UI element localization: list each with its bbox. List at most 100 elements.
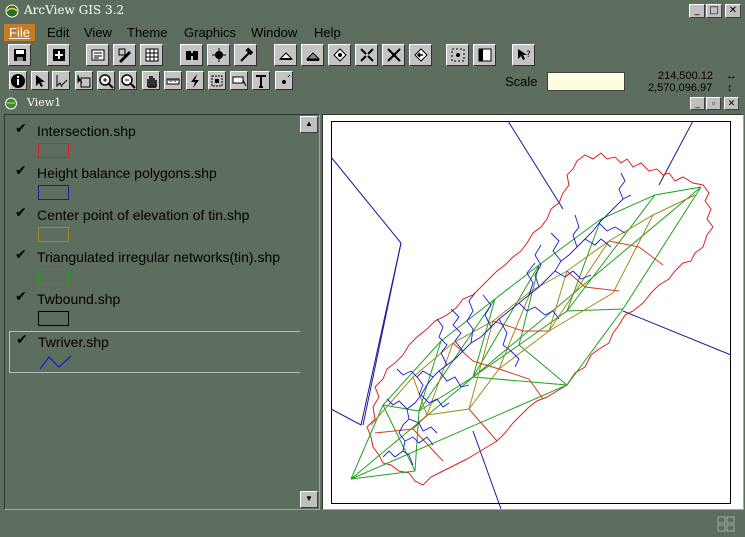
visibility-checkbox[interactable]: ✔ <box>15 247 27 263</box>
theme-properties-button[interactable] <box>86 44 109 66</box>
zoom-out-fixed-icon <box>386 48 401 62</box>
zoom-in-fixed-button[interactable] <box>355 44 378 66</box>
identify-button[interactable] <box>9 71 27 90</box>
identify-icon <box>11 73 25 88</box>
zoom-in-icon <box>99 73 114 89</box>
find-button[interactable] <box>180 44 203 66</box>
legend-entry-intersection[interactable]: ✔ Intersection.shp <box>9 121 301 163</box>
text-button[interactable] <box>252 71 270 90</box>
view-title-bar: View1 _ ▫ ✕ <box>0 95 745 112</box>
toc-scrollbar[interactable]: ▲ ▼ <box>300 116 318 508</box>
add-theme-icon <box>52 49 65 61</box>
view-close-button[interactable]: ✕ <box>724 97 739 110</box>
map-display[interactable] <box>322 114 744 510</box>
clear-selection-button[interactable] <box>473 44 496 66</box>
menu-view[interactable]: View <box>79 24 117 41</box>
lightning-icon <box>191 73 199 88</box>
polygon-symbol <box>38 227 69 242</box>
clear-selection-icon <box>478 48 491 62</box>
close-button[interactable]: ✕ <box>725 4 741 18</box>
view-restore-button[interactable]: ▫ <box>706 97 721 110</box>
menu-help[interactable]: Help <box>309 24 346 41</box>
svg-text:?: ? <box>526 50 531 60</box>
menu-file[interactable]: File <box>4 24 35 41</box>
menu-window[interactable]: Window <box>246 24 302 41</box>
menu-graphics[interactable]: Graphics <box>179 24 241 41</box>
area-of-interest-icon <box>211 75 223 86</box>
vertex-edit-button[interactable] <box>52 71 70 90</box>
pointer-button[interactable] <box>31 71 49 90</box>
polygon-symbol <box>38 311 69 326</box>
arcview-logo-icon <box>5 4 19 18</box>
scroll-down-button[interactable]: ▼ <box>300 491 318 508</box>
zoom-full-extent-button[interactable] <box>274 44 297 66</box>
select-by-theme-button[interactable] <box>446 44 469 66</box>
locate-address-button[interactable] <box>207 44 230 66</box>
theme-name: Twriver.shp <box>38 334 109 350</box>
zoom-out-fixed-button[interactable] <box>382 44 405 66</box>
zoom-previous-button[interactable] <box>409 44 432 66</box>
tin-triangles <box>350 186 702 480</box>
polygon-symbol <box>38 185 69 200</box>
visibility-checkbox[interactable]: ✔ <box>16 332 28 348</box>
pan-button[interactable] <box>142 71 160 90</box>
legend-entry-twriver[interactable]: ✔ Twriver.shp <box>9 331 301 373</box>
query-builder-button[interactable] <box>234 44 257 66</box>
measure-button[interactable] <box>164 71 182 90</box>
theme-properties-icon <box>91 49 104 61</box>
select-feature-icon <box>77 74 91 87</box>
help-button[interactable]: ? <box>512 44 535 66</box>
menu-theme[interactable]: Theme <box>122 24 172 41</box>
table-of-contents: ✔ Intersection.shp ✔ Height balance poly… <box>4 114 320 510</box>
app-title: ArcView GIS 3.2 <box>24 3 125 17</box>
zoom-active-themes-icon <box>305 52 320 61</box>
coord-y: 2,570,096.97 <box>648 82 713 94</box>
label-button[interactable] <box>230 71 248 90</box>
visibility-checkbox[interactable]: ✔ <box>15 205 27 221</box>
zoom-in-button[interactable] <box>97 71 115 90</box>
add-theme-button[interactable] <box>47 44 70 66</box>
resize-grip-icon[interactable] <box>717 516 735 532</box>
area-of-interest-button[interactable] <box>208 71 226 90</box>
coord-x: 214,500.12 <box>658 70 714 82</box>
visibility-checkbox[interactable]: ✔ <box>15 121 27 137</box>
menu-edit[interactable]: Edit <box>42 24 74 41</box>
zoom-out-button[interactable] <box>119 71 137 90</box>
visibility-checkbox[interactable]: ✔ <box>15 163 27 179</box>
polygon-symbol <box>38 143 69 158</box>
zoom-full-extent-icon <box>278 52 293 60</box>
zoom-selected-button[interactable] <box>328 44 351 66</box>
legend-entry-twbound[interactable]: ✔ Twbound.shp <box>9 289 301 331</box>
zoom-out-icon <box>121 73 136 89</box>
vertex-edit-icon <box>56 74 68 87</box>
visibility-checkbox[interactable]: ✔ <box>15 289 27 305</box>
status-bar <box>0 512 745 537</box>
zoom-previous-icon <box>413 48 428 62</box>
scale-input[interactable] <box>547 72 625 91</box>
theme-name: Center point of elevation of tin.shp <box>37 207 250 223</box>
vertical-arrow-icon: ↕ <box>727 82 733 94</box>
minimize-button[interactable]: _ <box>689 4 705 18</box>
zoom-in-fixed-icon <box>359 48 374 62</box>
legend-entry-tin[interactable]: ✔ Triangulated irregular networks(tin).s… <box>9 247 301 289</box>
select-feature-button[interactable] <box>75 71 93 90</box>
text-icon <box>256 74 266 88</box>
map-canvas[interactable] <box>323 115 743 509</box>
scroll-up-button[interactable]: ▲ <box>300 116 318 133</box>
pointer-icon <box>36 74 45 87</box>
edit-legend-button[interactable] <box>113 44 136 66</box>
scale-label: Scale <box>505 74 538 89</box>
legend-entry-center-point[interactable]: ✔ Center point of elevation of tin.shp <box>9 205 301 247</box>
horizontal-arrow-icon: ↔ <box>726 70 737 82</box>
hotlink-button[interactable] <box>186 71 204 90</box>
draw-point-button[interactable] <box>275 71 293 90</box>
open-table-button[interactable] <box>140 44 163 66</box>
theme-name: Height balance polygons.shp <box>37 165 217 181</box>
legend-entry-height-balance[interactable]: ✔ Height balance polygons.shp <box>9 163 301 205</box>
view-minimize-button[interactable]: _ <box>690 97 705 110</box>
maximize-button[interactable]: □ <box>706 4 722 18</box>
theme-name: Twbound.shp <box>37 291 121 307</box>
save-button[interactable] <box>8 44 31 66</box>
zoom-active-themes-button[interactable] <box>301 44 324 66</box>
title-bar: ArcView GIS 3.2 _ □ ✕ <box>0 0 745 22</box>
